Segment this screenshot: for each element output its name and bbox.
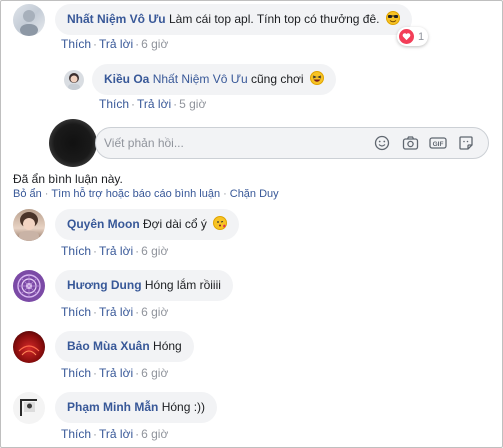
separator-dot: · [44, 188, 49, 200]
separator-dot: · [173, 97, 178, 111]
separator-dot: · [135, 366, 140, 380]
comment-item: Bảo Mùa Xuân Hóng [13, 331, 194, 363]
timestamp[interactable]: 5 giờ [179, 97, 206, 111]
timestamp[interactable]: 6 giờ [141, 366, 168, 380]
timestamp[interactable]: 6 giờ [141, 427, 168, 441]
gif-icon[interactable]: GIF [429, 134, 447, 152]
report-link[interactable]: Tìm hỗ trợ hoặc báo cáo bình luận [51, 188, 220, 200]
comment-actions: Thích · Trả lời · 6 giờ [61, 244, 168, 258]
separator-dot: · [93, 427, 98, 441]
avatar[interactable] [64, 70, 84, 90]
comment-author[interactable]: Kiều Oa [104, 72, 149, 86]
face-blowing-kiss-icon [213, 216, 228, 230]
comment-actions: Thích · Trả lời · 6 giờ [61, 427, 168, 441]
separator-dot: · [93, 244, 98, 258]
avatar[interactable] [13, 270, 45, 302]
separator-dot: · [93, 366, 98, 380]
comment-item: Nhất Niệm Vô Ưu Làm cái top apl. Tính to… [13, 4, 412, 36]
svg-text:GIF: GIF [433, 141, 444, 148]
separator-dot: · [93, 305, 98, 319]
reaction-count: 1 [418, 30, 425, 43]
heart-reaction-icon [399, 29, 414, 44]
reply-link[interactable]: Trả lời [99, 37, 133, 51]
comment-bubble: Bảo Mùa Xuân Hóng [55, 331, 194, 362]
comment-author[interactable]: Phạm Minh Mẫn [67, 400, 158, 414]
reply-link[interactable]: Trả lời [99, 305, 133, 319]
comment-item: Quyên Moon Đợi dài cổ ý [13, 209, 240, 241]
separator-dot: · [223, 188, 227, 200]
comment-item: Phạm Minh Mẫn Hóng :)) [13, 392, 218, 424]
comment-item: Hương Dung Hóng lắm rồiiii [13, 270, 233, 302]
comment-text: Hóng [153, 339, 182, 353]
like-link[interactable]: Thích [61, 37, 91, 51]
reply-link[interactable]: Trả lời [99, 427, 133, 441]
comment-text: Hóng :)) [161, 400, 206, 414]
comment-actions: Thích · Trả lời · 6 giờ [61, 305, 168, 319]
separator-dot: · [135, 244, 140, 258]
hidden-comment-message: Đã ẩn bình luận này. [13, 172, 123, 186]
separator-dot: · [135, 37, 140, 51]
comment-bubble: Kiều Oa Nhất Niệm Vô Ưu cũng chơi [92, 64, 336, 95]
hidden-comment-actions: Bỏ ẩn · Tìm hỗ trợ hoặc báo cáo bình luận ·… [13, 188, 279, 200]
timestamp[interactable]: 6 giờ [141, 244, 168, 258]
comment-text: Đợi dài cổ ý [143, 217, 207, 231]
separator-dot: · [93, 37, 98, 51]
laughing-face-icon [309, 71, 324, 85]
comment-author[interactable]: Hương Dung [67, 278, 142, 292]
timestamp[interactable]: 6 giờ [141, 37, 168, 51]
like-link[interactable]: Thích [61, 366, 91, 380]
comment-bubble: Quyên Moon Đợi dài cổ ý [55, 209, 240, 240]
comment-text: Làm cái top apl. Tính top có thưởng đê. [168, 12, 380, 26]
comment-bubble: Nhất Niệm Vô Ưu Làm cái top apl. Tính to… [55, 4, 412, 35]
separator-dot: · [131, 97, 136, 111]
reply-item: Kiều Oa Nhất Niệm Vô Ưu cũng chơi [64, 64, 336, 95]
avatar[interactable] [13, 392, 45, 424]
comment-author[interactable]: Bảo Mùa Xuân [67, 339, 150, 353]
like-link[interactable]: Thích [61, 244, 91, 258]
comments-panel: Nhất Niệm Vô Ưu Làm cái top apl. Tính to… [0, 0, 503, 448]
comment-actions: Thích · Trả lời · 6 giờ [61, 37, 168, 51]
comment-actions: Thích · Trả lời · 5 giờ [99, 97, 206, 111]
avatar[interactable] [13, 4, 45, 36]
emoji-icon[interactable] [373, 134, 391, 152]
avatar[interactable] [13, 209, 45, 241]
unhide-link[interactable]: Bỏ ẩn [13, 188, 42, 200]
reaction-summary[interactable]: 1 [397, 27, 429, 46]
current-user-avatar [49, 119, 97, 167]
smiling-face-with-sunglasses-icon [385, 11, 400, 25]
reply-link[interactable]: Trả lời [99, 244, 133, 258]
block-link[interactable]: Chặn Duy [230, 188, 279, 200]
timestamp[interactable]: 6 giờ [141, 305, 168, 319]
reply-link[interactable]: Trả lời [137, 97, 171, 111]
like-link[interactable]: Thích [99, 97, 129, 111]
comment-author[interactable]: Quyên Moon [67, 217, 140, 231]
comment-bubble: Phạm Minh Mẫn Hóng :)) [55, 392, 218, 423]
reply-input[interactable] [104, 128, 364, 158]
reply-link[interactable]: Trả lời [99, 366, 133, 380]
camera-icon[interactable] [401, 134, 419, 152]
reply-composer: GIF [95, 127, 489, 159]
comment-actions: Thích · Trả lời · 6 giờ [61, 366, 168, 380]
comment-text: cũng chơi [251, 72, 304, 86]
like-link[interactable]: Thích [61, 427, 91, 441]
comment-bubble: Hương Dung Hóng lắm rồiiii [55, 270, 233, 301]
mention-link[interactable]: Nhất Niệm Vô Ưu [153, 72, 248, 86]
avatar[interactable] [13, 331, 45, 363]
separator-dot: · [135, 305, 140, 319]
like-link[interactable]: Thích [61, 305, 91, 319]
comment-author[interactable]: Nhất Niệm Vô Ưu [67, 12, 166, 26]
separator-dot: · [135, 427, 140, 441]
sticker-icon[interactable] [457, 134, 475, 152]
comment-text: Hóng lắm rồiiii [144, 278, 221, 292]
